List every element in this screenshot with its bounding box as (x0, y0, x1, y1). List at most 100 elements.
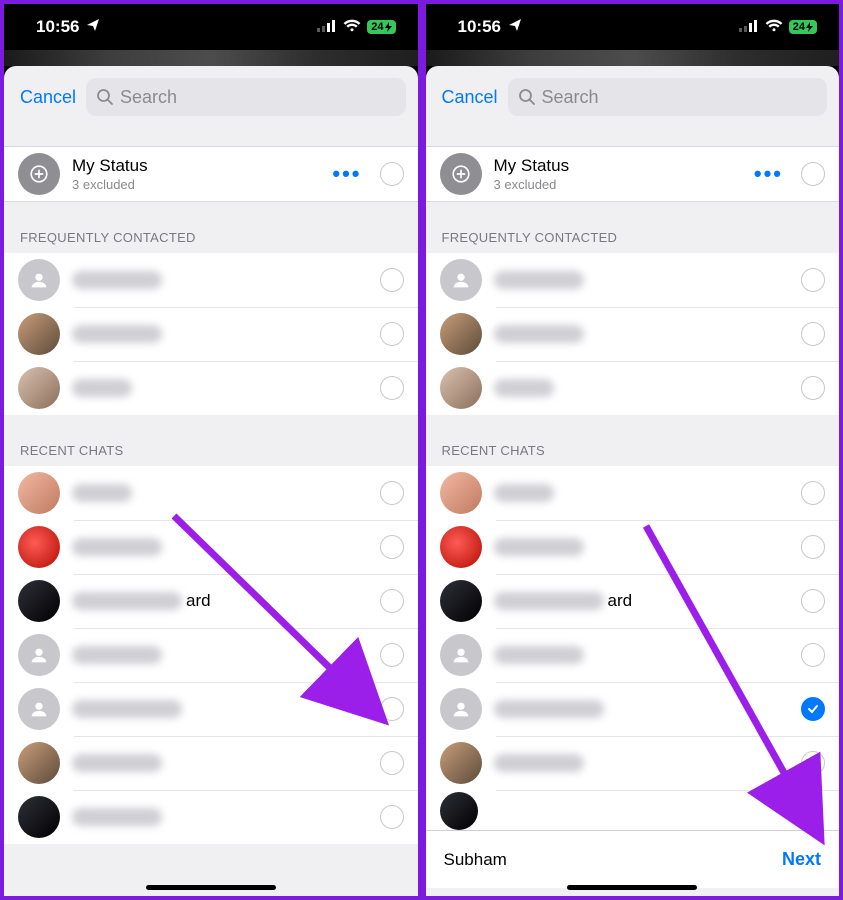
select-circle[interactable] (380, 751, 404, 775)
blurred-name (72, 592, 182, 610)
avatar (440, 634, 482, 676)
contact-row[interactable] (426, 736, 840, 790)
blurred-name (494, 592, 604, 610)
clock-text: 10:56 (458, 17, 501, 37)
contact-row[interactable] (426, 361, 840, 415)
avatar (18, 472, 60, 514)
contact-row[interactable] (4, 628, 418, 682)
my-status-row[interactable]: My Status 3 excluded ••• (4, 147, 418, 201)
select-circle[interactable] (380, 535, 404, 559)
contact-row[interactable] (4, 466, 418, 520)
blurred-name (72, 646, 162, 664)
select-circle[interactable] (380, 376, 404, 400)
blurred-name (72, 271, 162, 289)
my-status-avatar (440, 153, 482, 195)
blurred-name (494, 484, 554, 502)
select-circle[interactable] (801, 481, 825, 505)
select-circle[interactable] (380, 697, 404, 721)
select-circle[interactable] (380, 322, 404, 346)
blurred-name (72, 379, 132, 397)
contact-row[interactable] (426, 466, 840, 520)
contact-row[interactable] (426, 628, 840, 682)
more-options-button[interactable]: ••• (746, 161, 791, 187)
avatar (18, 259, 60, 301)
contact-row[interactable] (426, 682, 840, 736)
contact-row[interactable] (426, 253, 840, 307)
contact-row[interactable]: ard (4, 574, 418, 628)
status-bar: 10:56 24 (426, 4, 840, 50)
blurred-name (72, 484, 132, 502)
my-status-avatar (18, 153, 60, 195)
select-circle[interactable] (380, 268, 404, 292)
contact-row[interactable] (4, 307, 418, 361)
avatar (440, 526, 482, 568)
next-button[interactable]: Next (782, 849, 821, 870)
select-circle[interactable] (801, 535, 825, 559)
more-options-button[interactable]: ••• (324, 161, 369, 187)
select-circle[interactable] (801, 322, 825, 346)
contact-row[interactable] (426, 790, 840, 830)
select-circle[interactable] (801, 376, 825, 400)
avatar (440, 742, 482, 784)
cell-signal-icon (739, 17, 759, 37)
location-arrow-icon (85, 17, 101, 38)
select-circle[interactable] (380, 481, 404, 505)
blurred-name (72, 808, 162, 826)
name-suffix: ard (608, 591, 633, 611)
avatar (440, 792, 478, 830)
contact-row[interactable] (4, 736, 418, 790)
select-circle[interactable] (801, 268, 825, 292)
select-circle[interactable] (801, 643, 825, 667)
contact-row[interactable] (4, 253, 418, 307)
contact-row[interactable] (4, 682, 418, 736)
select-circle-checked[interactable] (801, 697, 825, 721)
avatar (440, 472, 482, 514)
search-field[interactable]: Search (86, 78, 405, 116)
select-circle[interactable] (380, 589, 404, 613)
wifi-icon (343, 17, 361, 37)
bottom-action-bar: Subham Next (426, 830, 840, 888)
home-indicator (567, 885, 697, 890)
home-indicator (146, 885, 276, 890)
blurred-name (494, 754, 584, 772)
share-sheet: Cancel Search My Status 3 excluded ••• F… (4, 66, 418, 896)
avatar (18, 526, 60, 568)
my-status-title: My Status (494, 156, 746, 176)
blurred-name (494, 379, 554, 397)
search-field[interactable]: Search (508, 78, 827, 116)
avatar (440, 259, 482, 301)
avatar (18, 367, 60, 409)
blurred-name (494, 700, 604, 718)
avatar (18, 688, 60, 730)
contact-row[interactable] (4, 790, 418, 844)
phone-right: 10:56 24 Cancel Search (422, 0, 843, 900)
blurred-name (494, 646, 584, 664)
select-circle[interactable] (801, 162, 825, 186)
cancel-button[interactable]: Cancel (442, 87, 498, 108)
contact-row[interactable] (4, 361, 418, 415)
blurred-name (72, 325, 162, 343)
my-status-row[interactable]: My Status 3 excluded ••• (426, 147, 840, 201)
wifi-icon (765, 17, 783, 37)
select-circle[interactable] (380, 643, 404, 667)
search-icon (518, 88, 536, 106)
select-circle[interactable] (801, 751, 825, 775)
avatar (18, 742, 60, 784)
my-status-subtitle: 3 excluded (494, 177, 746, 192)
name-suffix: ard (186, 591, 211, 611)
select-circle[interactable] (380, 805, 404, 829)
avatar (440, 367, 482, 409)
avatar (440, 313, 482, 355)
contact-row[interactable]: ard (426, 574, 840, 628)
status-bar: 10:56 24 (4, 4, 418, 50)
contact-row[interactable] (4, 520, 418, 574)
select-circle[interactable] (801, 589, 825, 613)
clock-text: 10:56 (36, 17, 79, 37)
select-circle[interactable] (380, 162, 404, 186)
cell-signal-icon (317, 17, 337, 37)
contact-row[interactable] (426, 520, 840, 574)
contact-row[interactable] (426, 307, 840, 361)
avatar (18, 796, 60, 838)
battery-indicator: 24 (367, 20, 395, 34)
cancel-button[interactable]: Cancel (20, 87, 76, 108)
